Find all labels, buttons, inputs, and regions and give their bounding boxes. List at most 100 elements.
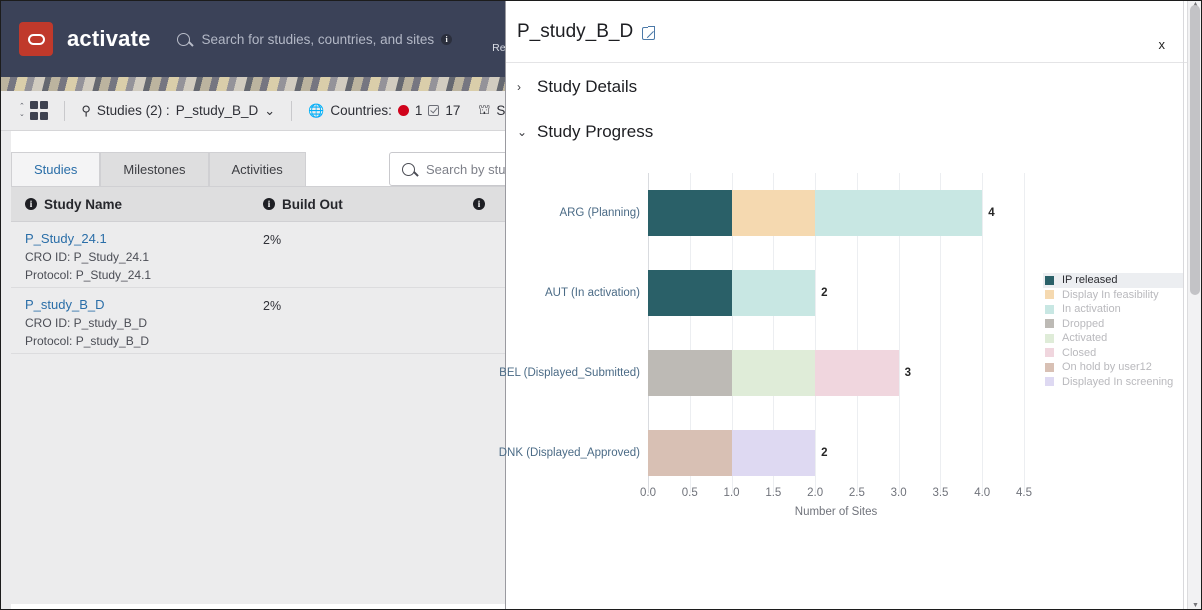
panel-scrollbar[interactable]: ▲ ▼ — [1187, 1, 1201, 609]
chart-bar-segment[interactable] — [648, 190, 732, 236]
x-axis-tick-label: 2.5 — [848, 487, 865, 499]
legend-item[interactable]: Displayed In screening — [1043, 375, 1183, 390]
global-search-placeholder: Search for studies, countries, and sites — [201, 31, 435, 47]
panel-title: P_study_B_D — [517, 20, 634, 42]
tab-milestones[interactable]: Milestones — [100, 152, 209, 186]
chart-bar-segment[interactable] — [648, 430, 732, 476]
y-axis-category-label[interactable]: AUT (In activation) — [545, 287, 640, 299]
build-out-value: 2% — [263, 233, 282, 247]
legend-item[interactable]: IP released — [1043, 273, 1183, 288]
grid-view-icon[interactable]: ⌃ ⌄ — [19, 101, 49, 120]
filter-studies[interactable]: ⚲ Studies (2) : P_study_B_D ⌄ — [81, 103, 275, 119]
studies-filter-label: Studies (2) : — [96, 103, 170, 118]
chart-bar-segment[interactable] — [648, 350, 732, 396]
legend-swatch-icon — [1045, 362, 1054, 372]
legend-item[interactable]: Display In feasibility — [1043, 288, 1183, 303]
study-protocol: Protocol: P_Study_24.1 — [25, 268, 152, 282]
chart-bar-segment[interactable] — [648, 270, 732, 316]
legend-label: Activated — [1062, 332, 1108, 345]
bar-total-label: 2 — [821, 447, 828, 459]
chart-legend: IP released Display In feasibility In acti… — [1043, 273, 1183, 389]
legend-item[interactable]: Closed — [1043, 346, 1183, 361]
legend-label: Displayed In screening — [1062, 375, 1174, 388]
chart-bar-segment[interactable] — [731, 190, 816, 236]
countries-filter-label: Countries: — [330, 103, 392, 118]
section-study-details[interactable]: › Study Details — [517, 77, 1201, 97]
chart-bar-segment[interactable] — [731, 350, 816, 396]
legend-swatch-icon — [1045, 348, 1054, 358]
tab-studies[interactable]: Studies — [11, 152, 101, 186]
section-label: Study Progress — [537, 122, 654, 141]
scroll-down-icon[interactable]: ▼ — [1192, 602, 1199, 609]
content-tabs: Studies Milestones Activities — [11, 152, 306, 186]
x-axis-tick-label: 0.0 — [640, 487, 656, 499]
build-out-value: 2% — [263, 299, 282, 313]
chart-bar[interactable]: 3 — [648, 350, 1024, 396]
panel-header: P_study_B_D x — [506, 1, 1201, 63]
bar-total-label: 4 — [988, 207, 995, 219]
grid-squares-icon — [29, 101, 49, 120]
column-header-build-out[interactable]: i Build Out — [263, 197, 473, 212]
divider — [64, 100, 66, 121]
filter-countries[interactable]: 🌐 Countries: 1 17 — [308, 103, 460, 119]
x-axis-tick-label: 3.5 — [932, 487, 949, 499]
brand-name: activate — [67, 26, 151, 51]
y-axis-category-label[interactable]: ARG (Planning) — [559, 207, 640, 219]
tab-activities[interactable]: Activities — [208, 152, 306, 186]
legend-label: Dropped — [1062, 317, 1105, 330]
study-name-cell: P_Study_24.1 CRO ID: P_Study_24.1 Protoc… — [11, 231, 263, 282]
info-icon: i — [25, 198, 37, 210]
chart-plot-area: ARG (Planning) 4 AUT (In activation) 2 BEL (… — [499, 173, 1025, 493]
chart-bar-segment[interactable] — [731, 430, 816, 476]
chart-bar[interactable]: 2 — [648, 270, 1024, 316]
column-header-study-name[interactable]: i Study Name — [11, 197, 263, 212]
chart-bar[interactable]: 2 — [648, 430, 1024, 476]
legend-label: Closed — [1062, 346, 1097, 359]
chevron-right-icon: › — [517, 80, 521, 94]
study-name-link[interactable]: P_study_B_D — [25, 297, 263, 312]
countries-checked-count: 17 — [445, 103, 461, 118]
info-icon[interactable]: i — [441, 33, 453, 45]
y-axis-category-label[interactable]: DNK (Displayed_Approved) — [499, 447, 640, 459]
legend-item[interactable]: Activated — [1043, 331, 1183, 346]
x-axis-tick-label: 2.0 — [807, 487, 824, 499]
legend-swatch-icon — [1045, 333, 1054, 343]
oval-logo-icon[interactable] — [19, 22, 53, 56]
legend-item[interactable]: In activation — [1043, 302, 1183, 317]
study-protocol: Protocol: P_study_B_D — [25, 334, 150, 348]
chart-bar[interactable]: 4 — [648, 190, 1024, 236]
study-name-link[interactable]: P_Study_24.1 — [25, 231, 263, 246]
column-header-next[interactable]: i — [473, 198, 485, 210]
info-icon: i — [473, 198, 485, 210]
x-axis-tick-label: 4.5 — [1016, 487, 1032, 499]
logo-ring — [27, 33, 45, 45]
legend-swatch-icon — [1045, 304, 1054, 314]
legend-label: In activation — [1062, 303, 1121, 316]
study-cro-id: CRO ID: P_study_B_D — [25, 316, 148, 330]
search-icon — [176, 32, 190, 46]
global-search[interactable]: Search for studies, countries, and sites… — [176, 31, 453, 47]
legend-swatch-icon — [1045, 275, 1054, 285]
legend-label: On hold by user12 — [1062, 361, 1152, 374]
legend-divider — [1183, 1, 1184, 609]
info-icon: i — [263, 198, 275, 210]
legend-label: Display In feasibility — [1062, 288, 1159, 301]
x-axis-tick-label: 3.0 — [890, 487, 907, 499]
section-study-progress[interactable]: ⌄ Study Progress — [517, 122, 1201, 142]
close-panel-button[interactable]: x — [1159, 37, 1166, 52]
y-axis-category-label[interactable]: BEL (Displayed_Submitted) — [499, 367, 640, 379]
chart-bar-segment[interactable] — [815, 350, 899, 396]
column-label: Study Name — [44, 196, 123, 212]
divider — [291, 100, 293, 121]
external-link-icon[interactable] — [642, 26, 656, 40]
chart-bar-segment[interactable] — [731, 270, 816, 316]
red-status-dot-icon — [397, 105, 409, 116]
scrollbar-thumb[interactable] — [1190, 5, 1200, 295]
legend-item[interactable]: Dropped — [1043, 317, 1183, 332]
legend-item[interactable]: On hold by user12 — [1043, 360, 1183, 375]
chevron-down-icon: ⌄ — [517, 125, 528, 139]
chevron-down-icon: ⌄ — [264, 102, 276, 118]
bar-total-label: 3 — [904, 367, 912, 379]
chart-bar-segment[interactable] — [815, 190, 983, 236]
search-icon — [402, 162, 415, 176]
